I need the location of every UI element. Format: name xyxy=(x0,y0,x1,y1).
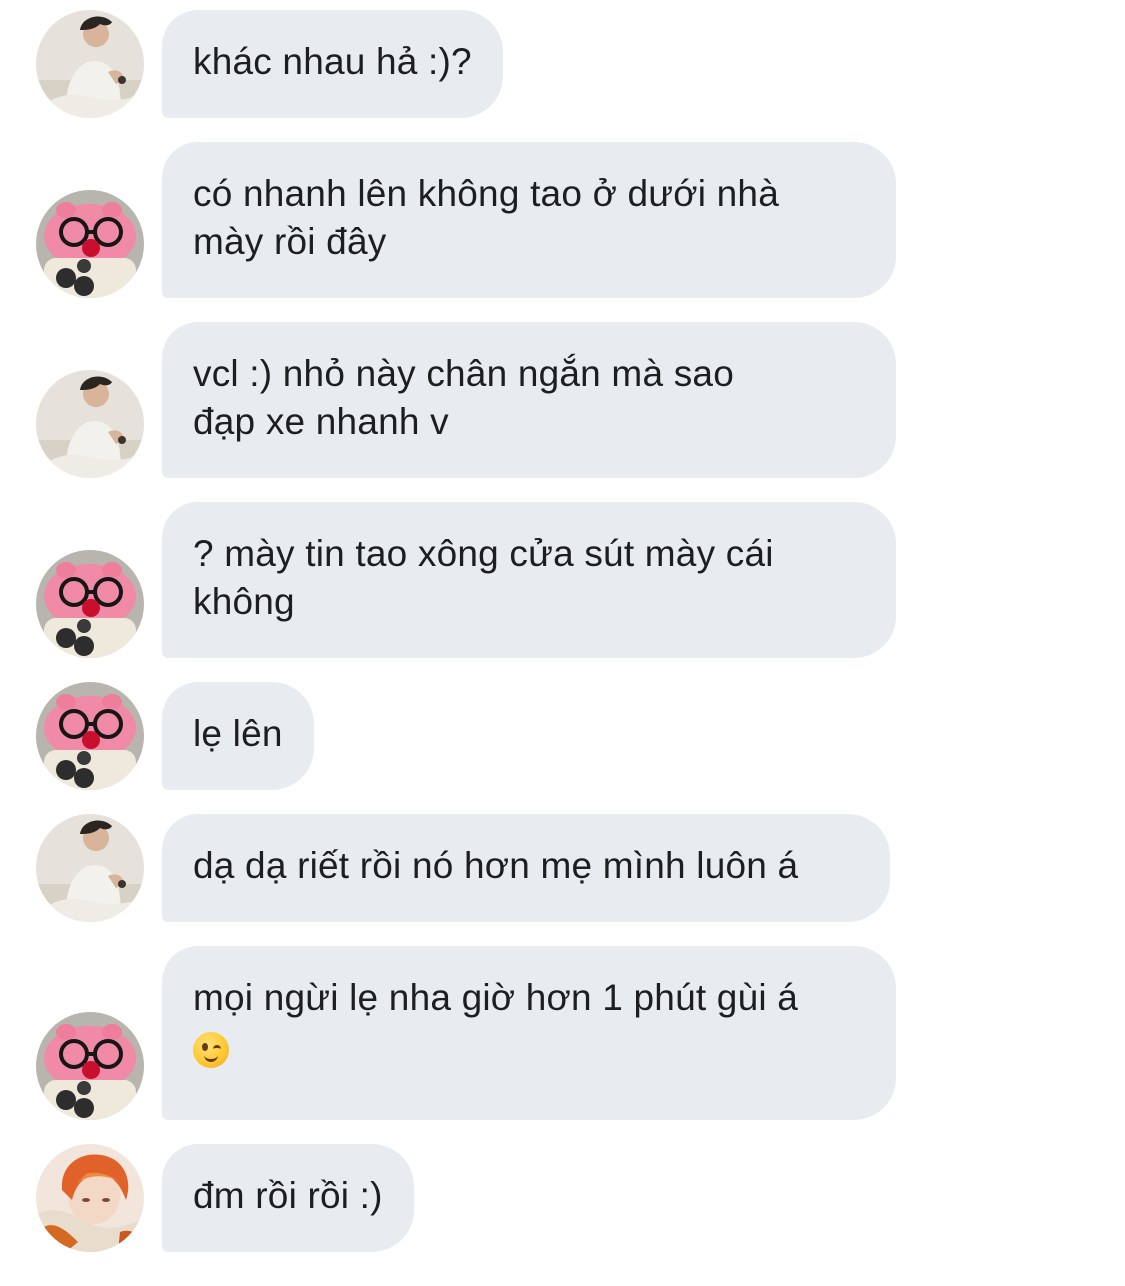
pink-pig-glasses-avatar-icon[interactable] xyxy=(36,1012,144,1120)
message-row: dạ dạ riết rồi nó hơn mẹ mình luôn á xyxy=(0,814,1125,922)
message-text: vcl :) nhỏ này chân ngắn mà sao xyxy=(193,353,734,394)
winking-face-emoji xyxy=(193,1032,229,1068)
message-row: lẹ lên xyxy=(0,682,1125,790)
message-text: không xyxy=(193,581,295,622)
boy-white-shirt-avatar-icon[interactable] xyxy=(36,814,144,922)
avatar-image xyxy=(36,1012,144,1120)
message-row: mọi ngừi lẹ nha giờ hơn 1 phút gùi á xyxy=(0,946,1125,1120)
message-bubble[interactable]: có nhanh lên không tao ở dưới nhà mày rồ… xyxy=(162,142,896,298)
pink-pig-glasses-avatar-icon[interactable] xyxy=(36,682,144,790)
message-text: khác nhau hả :)? xyxy=(193,41,472,82)
message-bubble[interactable]: ? mày tin tao xông cửa sút mày cái không xyxy=(162,502,896,658)
message-bubble[interactable]: dạ dạ riết rồi nó hơn mẹ mình luôn á xyxy=(162,814,890,922)
avatar-image xyxy=(36,682,144,790)
message-text: mày rồi đây xyxy=(193,221,387,262)
pink-pig-glasses-avatar-icon[interactable] xyxy=(36,550,144,658)
boy-white-shirt-avatar-icon[interactable] xyxy=(36,10,144,118)
message-row: vcl :) nhỏ này chân ngắn mà sao đạp xe n… xyxy=(0,322,1125,478)
avatar-image xyxy=(36,370,144,478)
message-bubble[interactable]: lẹ lên xyxy=(162,682,314,790)
message-bubble[interactable]: khác nhau hả :)? xyxy=(162,10,503,118)
avatar-image xyxy=(36,10,144,118)
message-text: đạp xe nhanh v xyxy=(193,401,449,442)
avatar-image xyxy=(36,190,144,298)
message-text: lẹ lên xyxy=(193,713,283,754)
boy-white-shirt-avatar-icon[interactable] xyxy=(36,370,144,478)
pink-pig-glasses-avatar-icon[interactable] xyxy=(36,190,144,298)
red-hair-boy-avatar-icon[interactable] xyxy=(36,1144,144,1252)
message-row: khác nhau hả :)? xyxy=(0,10,1125,118)
message-text: có nhanh lên không tao ở dưới nhà xyxy=(193,173,779,214)
avatar-image xyxy=(36,814,144,922)
message-row: có nhanh lên không tao ở dưới nhà mày rồ… xyxy=(0,142,1125,298)
message-row: đm rồi rồi :) xyxy=(0,1144,1125,1252)
message-bubble[interactable]: đm rồi rồi :) xyxy=(162,1144,414,1252)
message-text: mọi ngừi lẹ nha giờ hơn 1 phút gùi á xyxy=(193,977,799,1018)
avatar-image xyxy=(36,550,144,658)
message-row: ? mày tin tao xông cửa sút mày cái không xyxy=(0,502,1125,658)
message-text: đm rồi rồi :) xyxy=(193,1175,383,1216)
message-text: ? mày tin tao xông cửa sút mày cái xyxy=(193,533,774,574)
message-bubble[interactable]: mọi ngừi lẹ nha giờ hơn 1 phút gùi á xyxy=(162,946,896,1120)
message-text: dạ dạ riết rồi nó hơn mẹ mình luôn á xyxy=(193,845,799,886)
avatar-image xyxy=(36,1144,144,1252)
message-bubble[interactable]: vcl :) nhỏ này chân ngắn mà sao đạp xe n… xyxy=(162,322,896,478)
